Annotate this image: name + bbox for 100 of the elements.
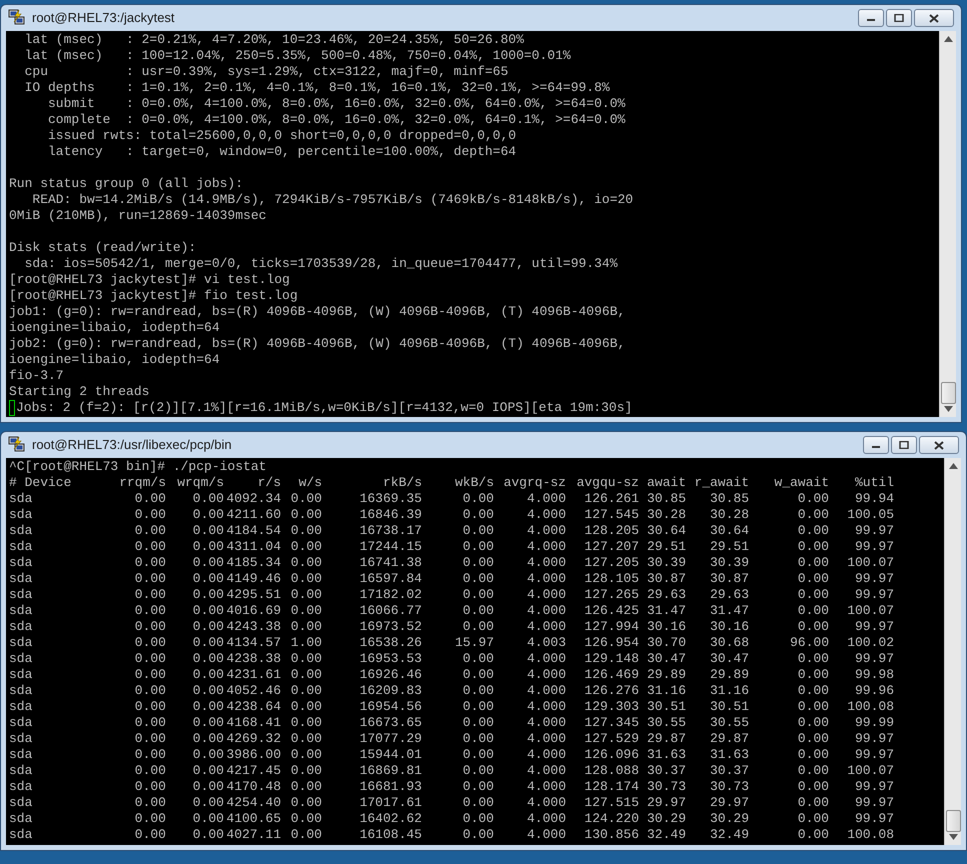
table-cell-text: 128.205 [583,523,639,539]
table-cell-text: 0.00 [796,619,829,635]
table-cell-text: 17017.61 [358,795,422,811]
table-cell-text: 0.00 [462,603,494,619]
table-cell-text: 0.00 [192,587,224,603]
column-header: rkB/s [382,475,422,491]
maximize-button[interactable] [886,9,912,27]
table-cell-text: 0.00 [134,507,166,523]
table-cell-text: 30.73 [646,779,686,795]
table-cell-text: 29.89 [708,667,749,683]
table-cell-text: 17077.29 [358,731,422,747]
table-cell-text: 0.00 [134,571,166,587]
table-cell-text: 0.00 [462,779,494,795]
window-title: root@RHEL73:/jackytest [32,9,176,28]
table-cell-text: 30.29 [708,811,749,827]
table-cell-text: 99.99 [854,715,894,731]
scroll-up-icon[interactable] [944,36,952,42]
maximize-icon [899,441,909,449]
minimize-button[interactable] [863,436,889,454]
column-header: wrqm/s [176,475,224,491]
table-cell-text: 4134.57 [225,635,281,651]
table-cell-text: 127.345 [583,715,639,731]
table-cell-text: 128.105 [583,571,639,587]
scroll-up-icon[interactable] [948,463,958,469]
table-cell-text: 0.00 [796,747,829,763]
table-cell-text: 0.00 [192,619,224,635]
table-cell-text: 4.000 [526,763,566,779]
table-cell-text: 0.00 [796,699,829,715]
table-cell-text: sda [9,795,34,811]
table-cell-text: 4.000 [526,619,566,635]
scroll-thumb[interactable] [946,810,960,832]
table-cell-text: 0.00 [462,715,494,731]
table-cell-text: 127.515 [583,795,639,811]
table-cell-text: 29.63 [646,587,686,603]
table-cell-text: 0.00 [134,555,166,571]
table-cell-text: 4.000 [526,491,566,507]
table-cell-text: 4.000 [526,747,566,763]
table-cell-text: 96.00 [788,635,829,651]
table-cell-text: 4.000 [526,603,566,619]
table-cell-text: 4.000 [526,555,566,571]
computers-icon [8,436,26,454]
maximize-button[interactable] [891,436,917,454]
command-line: ^C[root@RHEL73 bin]# ./pcp-iostat [9,459,268,475]
scroll-down-icon[interactable] [948,834,958,840]
table-cell-text: 4.000 [526,715,566,731]
table-cell-text: 0.00 [134,811,166,827]
text-cursor [9,400,15,416]
table-cell-text: 16681.93 [358,779,422,795]
close-button[interactable] [919,436,959,454]
table-cell-text: 129.148 [583,651,639,667]
column-header: w/s [298,475,322,491]
table-cell-text: 30.39 [708,555,749,571]
terminal-line: [root@RHEL73 jackytest]# fio test.log [9,288,299,304]
table-cell-text: 0.00 [192,571,224,587]
close-button[interactable] [914,9,954,27]
table-cell-text: 127.265 [583,587,639,603]
column-header: rrqm/s [118,475,166,491]
terminal-line: lat (msec) : 100=12.04%, 250=5.35%, 500=0.48%, 750=0.04%, 1000=0.01% [24,48,572,64]
table-cell-text: 0.00 [134,731,166,747]
terminal-line: Jobs: 2 (f=2): [r(2)][7.1%][r=16.1MiB/s,w=0KiB/s][r=4132,w=0 IOPS][eta 19m:30s] [16,400,632,416]
table-cell-text: 30.47 [646,651,686,667]
table-cell-text: 0.00 [796,555,829,571]
table-cell-text: 17182.02 [358,587,422,603]
table-cell-text: 16108.45 [358,827,422,843]
table-cell-text: 0.00 [290,651,322,667]
table-cell-text: 99.97 [854,747,894,763]
terminal-line: fio-3.7 [9,368,65,384]
table-cell-text: 0.00 [796,571,829,587]
table-cell-text: 0.00 [462,731,494,747]
table-cell-text: 4.003 [526,635,566,651]
table-cell-text: 29.87 [708,731,749,747]
scroll-thumb[interactable] [940,382,956,404]
table-cell-text: 0.00 [290,491,322,507]
table-cell-text: sda [9,571,34,587]
table-cell-text: 0.00 [462,747,494,763]
table-cell-text: 4185.34 [225,555,281,571]
table-cell-text: 0.00 [796,763,829,779]
table-cell-text: 99.97 [854,571,894,587]
table-cell-text: 0.00 [796,587,829,603]
table-cell-text: 4168.41 [225,715,281,731]
table-cell-text: 0.00 [192,555,224,571]
scroll-down-icon[interactable] [944,406,952,412]
table-cell-text: 0.00 [462,491,494,507]
scrollbar[interactable] [944,458,961,845]
table-cell-text: sda [9,539,34,555]
table-cell-text: 0.00 [796,731,829,747]
table-cell-text: 4100.65 [225,811,281,827]
table-cell-text: 129.303 [583,699,639,715]
scrollbar[interactable] [939,31,956,417]
maximize-icon [894,14,904,22]
table-cell-text: 0.00 [290,699,322,715]
table-cell-text: 30.47 [708,651,749,667]
table-cell-text: 0.00 [192,683,224,699]
minimize-button[interactable] [858,9,884,27]
table-cell-text: 0.00 [462,571,494,587]
table-cell-text: 99.97 [854,795,894,811]
table-cell-text: 0.00 [192,651,224,667]
table-cell-text: 0.00 [290,603,322,619]
table-cell-text: 30.85 [646,491,686,507]
table-cell-text: 4.000 [526,651,566,667]
